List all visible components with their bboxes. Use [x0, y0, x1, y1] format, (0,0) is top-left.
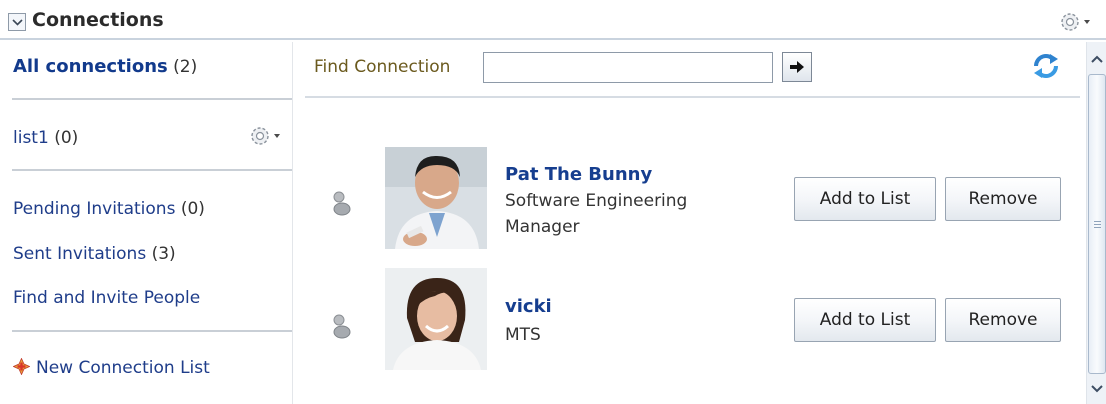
results-divider	[305, 96, 1080, 98]
presence-icon[interactable]	[330, 313, 352, 339]
refresh-icon	[1034, 54, 1058, 78]
gear-icon	[1061, 13, 1090, 31]
add-icon	[13, 358, 30, 375]
sidebar-item-label[interactable]: Pending Invitations	[13, 199, 175, 219]
scroll-grip	[1094, 221, 1101, 222]
find-connection-label: Find Connection	[314, 57, 451, 77]
connections-sidebar: All connections (2) list1 (0) Pending In…	[0, 42, 293, 404]
sidebar-item-label[interactable]: All connections	[13, 56, 168, 77]
scroll-up-button[interactable]	[1087, 50, 1106, 70]
gear-icon	[251, 127, 280, 145]
vertical-scrollbar[interactable]	[1086, 42, 1106, 404]
sidebar-item-count: (2)	[173, 57, 198, 77]
avatar[interactable]	[385, 147, 487, 249]
sidebar-divider	[12, 169, 292, 171]
panel-menu-button[interactable]	[1058, 10, 1098, 34]
sidebar-item-label[interactable]: New Connection List	[36, 358, 210, 378]
list-menu-button[interactable]	[248, 124, 288, 148]
chevron-down-icon	[12, 19, 23, 26]
connection-name-link[interactable]: vicki	[505, 296, 552, 317]
connection-name-link[interactable]: Pat The Bunny	[505, 164, 652, 185]
add-to-list-button[interactable]: Add to List	[794, 177, 936, 221]
avatar[interactable]	[385, 268, 487, 370]
panel-header: Connections	[0, 0, 1106, 40]
sidebar-item-list1[interactable]: list1 (0)	[13, 128, 78, 148]
find-connection-input[interactable]	[483, 52, 773, 83]
new-connection-list-link[interactable]: New Connection List	[13, 358, 210, 378]
person-photo	[385, 268, 487, 370]
scroll-thumb[interactable]	[1088, 74, 1106, 374]
sidebar-item-label[interactable]: list1	[13, 128, 49, 148]
presence-icon[interactable]	[330, 190, 352, 216]
sidebar-item-count: (0)	[54, 128, 79, 148]
connection-title: Software Engineering Manager	[505, 191, 688, 237]
sidebar-item-count: (3)	[151, 244, 176, 264]
sidebar-item-all-connections[interactable]: All connections (2)	[13, 56, 197, 77]
scroll-down-button[interactable]	[1087, 378, 1106, 398]
refresh-button[interactable]	[1029, 49, 1063, 83]
chevron-down-icon	[1091, 385, 1103, 393]
chevron-up-icon	[1091, 55, 1103, 63]
sidebar-item-count: (0)	[180, 199, 205, 219]
remove-button[interactable]: Remove	[945, 177, 1061, 221]
sidebar-item-label[interactable]: Find and Invite People	[13, 288, 200, 308]
sidebar-item-pending-invitations[interactable]: Pending Invitations (0)	[13, 199, 205, 219]
sidebar-item-sent-invitations[interactable]: Sent Invitations (3)	[13, 244, 176, 264]
sidebar-divider	[12, 98, 292, 100]
add-to-list-button[interactable]: Add to List	[794, 298, 936, 342]
person-photo	[385, 147, 487, 249]
collapse-toggle-button[interactable]	[8, 13, 26, 31]
sidebar-item-find-invite[interactable]: Find and Invite People	[13, 288, 200, 308]
connection-title: MTS	[505, 325, 541, 345]
sidebar-divider	[12, 330, 292, 332]
search-go-button[interactable]	[782, 52, 812, 82]
panel-title: Connections	[32, 9, 164, 31]
arrow-right-icon	[790, 61, 804, 73]
sidebar-item-label[interactable]: Sent Invitations	[13, 244, 146, 264]
remove-button[interactable]: Remove	[945, 298, 1061, 342]
